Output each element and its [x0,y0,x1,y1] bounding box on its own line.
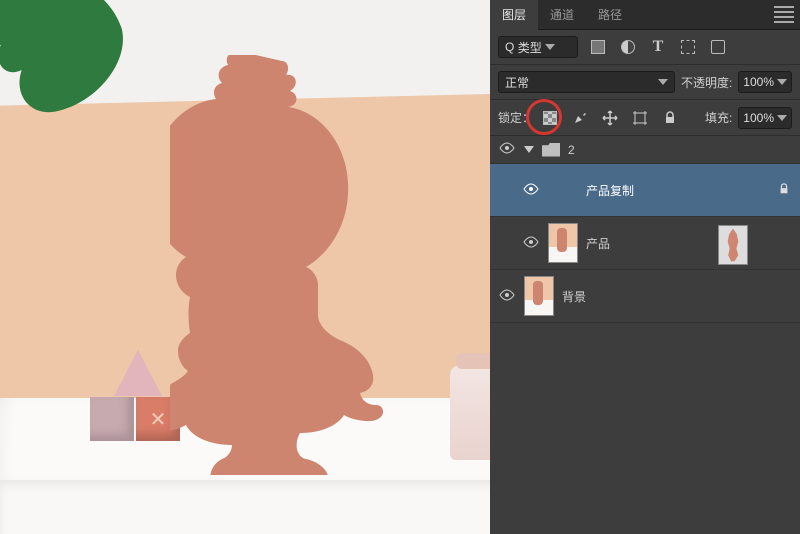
chevron-down-icon [777,115,787,121]
filter-pixel-icon[interactable] [588,37,608,57]
chevron-down-icon[interactable] [524,146,534,153]
fill-field[interactable]: 100% [738,107,792,129]
layer-name[interactable]: 产品复制 [586,182,770,199]
layer-thumbnail[interactable] [718,225,748,265]
filter-prefix: Q [505,40,514,54]
jar-object [450,365,490,460]
tab-paths[interactable]: 路径 [586,0,634,30]
lock-transparent-icon[interactable] [540,108,560,128]
lock-icon[interactable] [778,183,792,198]
tab-channels[interactable]: 通道 [538,0,586,30]
filter-type-dropdown[interactable]: Q 类型 [498,36,578,58]
layers-panel: 图层 通道 路径 Q 类型 T 正常 不透明度: 100% 锁定： [490,0,800,534]
blend-row: 正常 不透明度: 100% [490,65,800,100]
lock-row: 锁定： 填充: 100% [490,100,800,136]
fill-value: 100% [743,111,774,125]
filter-shape-icon[interactable] [678,37,698,57]
filter-adjust-icon[interactable] [618,37,638,57]
lock-all-icon[interactable] [660,108,680,128]
fill-label: 填充: [705,109,732,126]
layer-item[interactable]: 产品复制 [490,164,800,217]
panel-tabs: 图层 通道 路径 [490,0,800,30]
lock-paint-icon[interactable] [570,108,590,128]
visibility-toggle[interactable] [522,236,540,251]
filter-type-icon[interactable]: T [648,37,668,57]
opacity-value: 100% [743,75,774,89]
chevron-down-icon [658,79,668,85]
visibility-toggle[interactable] [498,142,516,157]
filter-smart-icon[interactable] [708,37,728,57]
layer-thumbnail[interactable] [548,223,578,263]
lock-artboard-icon[interactable] [630,108,650,128]
chevron-down-icon [777,79,787,85]
visibility-toggle[interactable] [498,289,516,304]
canvas-area: ✕ [0,0,490,534]
layer-group[interactable]: 2 [490,136,800,164]
blend-mode-dropdown[interactable]: 正常 [498,71,675,93]
blend-mode-value: 正常 [505,74,529,91]
lock-position-icon[interactable] [600,108,620,128]
layer-name[interactable]: 产品 [586,235,792,252]
layer-item[interactable]: 产品 [490,217,800,270]
chevron-down-icon [545,44,555,50]
folder-icon [542,143,560,157]
layer-item[interactable]: 背景 [490,270,800,323]
layer-name[interactable]: 背景 [562,288,792,305]
panel-menu-icon[interactable] [774,6,794,23]
layer-thumbnail[interactable] [524,276,554,316]
opacity-field[interactable]: 100% [738,71,792,93]
visibility-toggle[interactable] [522,183,540,198]
lock-label: 锁定： [498,109,534,126]
doll-silhouette [170,55,390,475]
table-front [0,480,490,534]
opacity-label: 不透明度: [681,74,732,91]
filter-mode: 类型 [518,39,542,56]
layer-list: 2 产品复制 产品 背景 [490,136,800,534]
filter-row: Q 类型 T [490,30,800,65]
monstera-leaf [0,0,140,120]
tab-layers[interactable]: 图层 [490,0,538,30]
group-name[interactable]: 2 [568,143,792,157]
